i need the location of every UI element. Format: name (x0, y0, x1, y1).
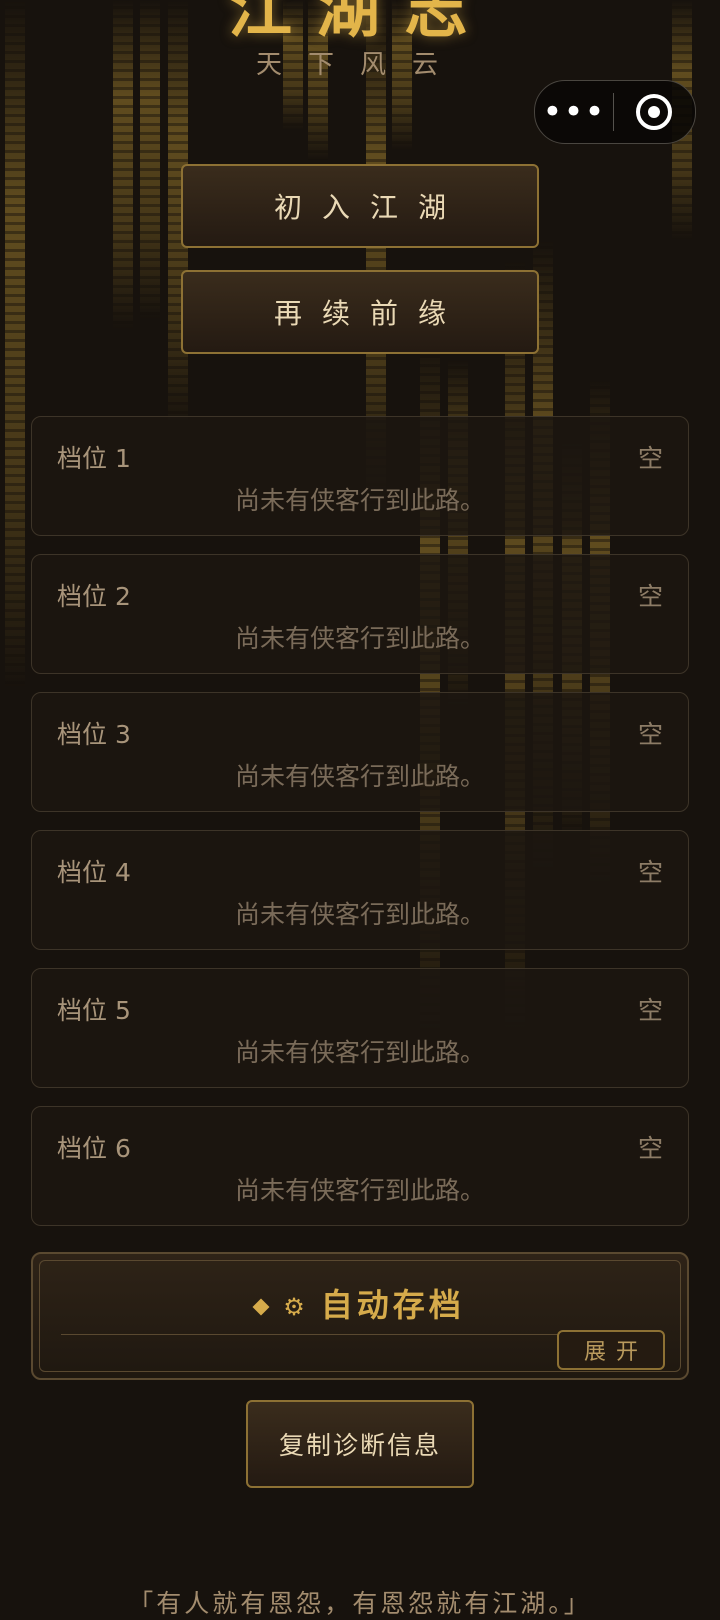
diamond-icon (252, 1298, 270, 1316)
new-game-button[interactable]: 初入江湖 (181, 164, 539, 248)
slot-status: 空 (637, 858, 663, 887)
slot-name: 档位 5 (57, 996, 131, 1025)
slot-name: 档位 1 (57, 444, 131, 473)
slot-description: 尚未有侠客行到此路。 (234, 1176, 485, 1205)
autosave-header: ⚙ 自动存档 (33, 1280, 687, 1326)
save-slot-5[interactable]: 档位 5 空 尚未有侠客行到此路。 (31, 968, 689, 1088)
continue-game-button[interactable]: 再续前缘 (181, 270, 539, 354)
gear-icon: ⚙ (283, 1293, 309, 1321)
slot-name: 档位 4 (57, 858, 131, 887)
save-slot-2[interactable]: 档位 2 空 尚未有侠客行到此路。 (31, 554, 689, 674)
slot-description: 尚未有侠客行到此路。 (234, 486, 485, 515)
slot-description: 尚未有侠客行到此路。 (234, 624, 485, 653)
save-slot-1[interactable]: 档位 1 空 尚未有侠客行到此路。 (31, 416, 689, 536)
slot-description: 尚未有侠客行到此路。 (234, 900, 485, 929)
mini-program-capsule: ••• (534, 80, 696, 144)
slot-name: 档位 2 (57, 582, 131, 611)
slot-status: 空 (637, 582, 663, 611)
slot-status: 空 (637, 720, 663, 749)
game-subtitle: 天下风云 (255, 50, 464, 80)
save-slot-4[interactable]: 档位 4 空 尚未有侠客行到此路。 (31, 830, 689, 950)
save-slot-6[interactable]: 档位 6 空 尚未有侠客行到此路。 (31, 1106, 689, 1226)
autosave-title: 自动存档 (320, 1286, 465, 1324)
copy-diagnostics-button[interactable]: 复制诊断信息 (246, 1400, 474, 1488)
more-dots-icon[interactable]: ••• (535, 81, 613, 143)
slot-name: 档位 3 (57, 720, 131, 749)
target-circle-icon (636, 94, 672, 130)
game-title: 江湖志 (228, 0, 492, 47)
slot-status: 空 (637, 996, 663, 1025)
autosave-panel: ⚙ 自动存档 展开 (31, 1252, 689, 1380)
slot-status: 空 (637, 444, 663, 473)
footer-quote: 「有人就有恩怨，有恩怨就有江湖。」 (128, 1589, 592, 1618)
save-slot-3[interactable]: 档位 3 空 尚未有侠客行到此路。 (31, 692, 689, 812)
slot-name: 档位 6 (57, 1134, 131, 1163)
slot-status: 空 (637, 1134, 663, 1163)
slot-description: 尚未有侠客行到此路。 (234, 1038, 485, 1067)
slot-description: 尚未有侠客行到此路。 (234, 762, 485, 791)
close-button[interactable] (614, 81, 694, 143)
expand-button[interactable]: 展开 (557, 1330, 665, 1370)
